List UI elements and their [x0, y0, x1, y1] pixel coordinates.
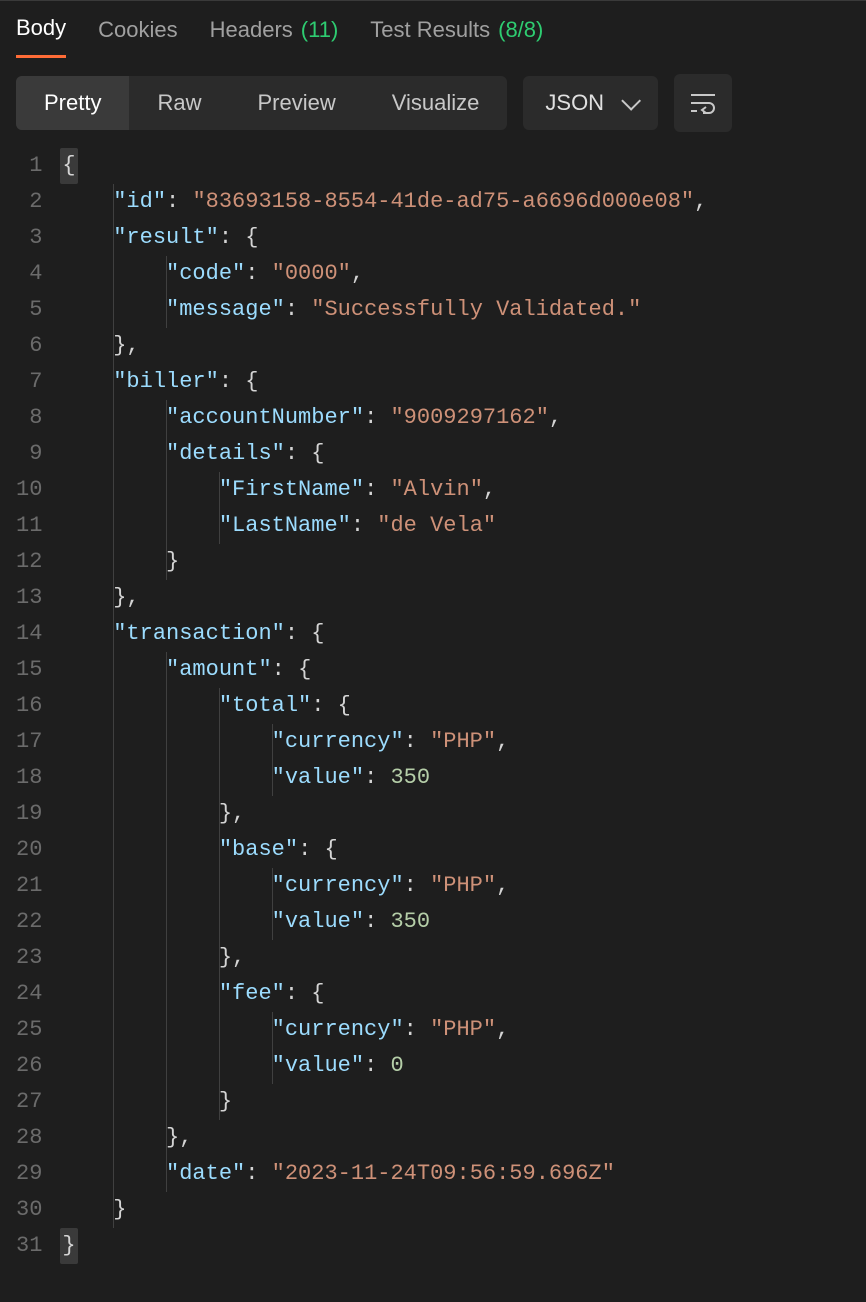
tab-body[interactable]: Body	[16, 15, 66, 58]
response-tabs: Body Cookies Headers (11) Test Results (…	[0, 1, 866, 58]
code-content[interactable]: { "id": "83693158-8554-41de-ad75-a6696d0…	[60, 148, 707, 1264]
line-number: 6	[16, 328, 42, 364]
code-line[interactable]: "currency": "PHP",	[60, 724, 707, 760]
line-number: 21	[16, 868, 42, 904]
line-number: 1	[16, 148, 42, 184]
line-number: 22	[16, 904, 42, 940]
tab-cookies-label: Cookies	[98, 17, 177, 43]
line-number: 14	[16, 616, 42, 652]
code-line[interactable]: },	[60, 580, 707, 616]
code-line[interactable]: "base": {	[60, 832, 707, 868]
line-number: 5	[16, 292, 42, 328]
code-line[interactable]: },	[60, 328, 707, 364]
line-number: 13	[16, 580, 42, 616]
tab-body-label: Body	[16, 15, 66, 41]
line-number: 10	[16, 472, 42, 508]
response-toolbar: Pretty Raw Preview Visualize JSON	[0, 58, 866, 148]
wrap-icon	[689, 91, 717, 115]
code-line[interactable]: "fee": {	[60, 976, 707, 1012]
viewmode-pretty[interactable]: Pretty	[16, 76, 129, 130]
line-number: 30	[16, 1192, 42, 1228]
tab-test-results-label: Test Results	[370, 17, 490, 43]
chevron-down-icon	[621, 91, 641, 111]
line-number: 7	[16, 364, 42, 400]
code-line[interactable]: "total": {	[60, 688, 707, 724]
code-line[interactable]: },	[60, 1120, 707, 1156]
code-line[interactable]: "code": "0000",	[60, 256, 707, 292]
line-number: 23	[16, 940, 42, 976]
tab-cookies[interactable]: Cookies	[98, 17, 177, 57]
tab-headers-label: Headers	[210, 17, 293, 43]
line-number: 3	[16, 220, 42, 256]
code-line[interactable]: "value": 350	[60, 760, 707, 796]
code-line[interactable]: "result": {	[60, 220, 707, 256]
format-select[interactable]: JSON	[523, 76, 658, 130]
viewmode-segmented: Pretty Raw Preview Visualize	[16, 76, 507, 130]
viewmode-preview[interactable]: Preview	[229, 76, 363, 130]
code-line[interactable]: "currency": "PHP",	[60, 1012, 707, 1048]
line-number: 25	[16, 1012, 42, 1048]
code-line[interactable]: }	[60, 1084, 707, 1120]
tab-headers[interactable]: Headers (11)	[210, 17, 339, 57]
line-number: 16	[16, 688, 42, 724]
wrap-lines-button[interactable]	[674, 74, 732, 132]
line-number: 18	[16, 760, 42, 796]
line-number: 27	[16, 1084, 42, 1120]
code-line[interactable]: "id": "83693158-8554-41de-ad75-a6696d000…	[60, 184, 707, 220]
line-number: 19	[16, 796, 42, 832]
code-line[interactable]: },	[60, 940, 707, 976]
code-line[interactable]: "value": 350	[60, 904, 707, 940]
code-line[interactable]: "details": {	[60, 436, 707, 472]
response-body-code[interactable]: 1234567891011121314151617181920212223242…	[0, 148, 866, 1264]
line-number: 11	[16, 508, 42, 544]
line-number: 12	[16, 544, 42, 580]
line-number: 29	[16, 1156, 42, 1192]
tab-test-results-count: (8/8)	[498, 17, 543, 43]
line-number: 8	[16, 400, 42, 436]
tab-headers-count: (11)	[301, 17, 339, 43]
code-line[interactable]: }	[60, 1228, 707, 1264]
code-line[interactable]: }	[60, 1192, 707, 1228]
code-line[interactable]: "value": 0	[60, 1048, 707, 1084]
line-number: 20	[16, 832, 42, 868]
line-number: 28	[16, 1120, 42, 1156]
line-number: 17	[16, 724, 42, 760]
code-line[interactable]: "message": "Successfully Validated."	[60, 292, 707, 328]
code-line[interactable]: "biller": {	[60, 364, 707, 400]
code-line[interactable]: "currency": "PHP",	[60, 868, 707, 904]
line-number: 24	[16, 976, 42, 1012]
code-line[interactable]: "date": "2023-11-24T09:56:59.696Z"	[60, 1156, 707, 1192]
line-number: 15	[16, 652, 42, 688]
code-line[interactable]: "LastName": "de Vela"	[60, 508, 707, 544]
format-select-value: JSON	[545, 90, 604, 116]
tab-test-results[interactable]: Test Results (8/8)	[370, 17, 543, 57]
viewmode-visualize[interactable]: Visualize	[364, 76, 508, 130]
code-line[interactable]: "transaction": {	[60, 616, 707, 652]
line-number: 31	[16, 1228, 42, 1264]
code-line[interactable]: },	[60, 796, 707, 832]
line-number: 2	[16, 184, 42, 220]
code-line[interactable]: }	[60, 544, 707, 580]
code-line[interactable]: "accountNumber": "9009297162",	[60, 400, 707, 436]
line-number: 9	[16, 436, 42, 472]
line-number: 4	[16, 256, 42, 292]
code-line[interactable]: "amount": {	[60, 652, 707, 688]
line-number-gutter: 1234567891011121314151617181920212223242…	[16, 148, 60, 1264]
viewmode-raw[interactable]: Raw	[129, 76, 229, 130]
code-line[interactable]: "FirstName": "Alvin",	[60, 472, 707, 508]
line-number: 26	[16, 1048, 42, 1084]
code-line[interactable]: {	[60, 148, 707, 184]
